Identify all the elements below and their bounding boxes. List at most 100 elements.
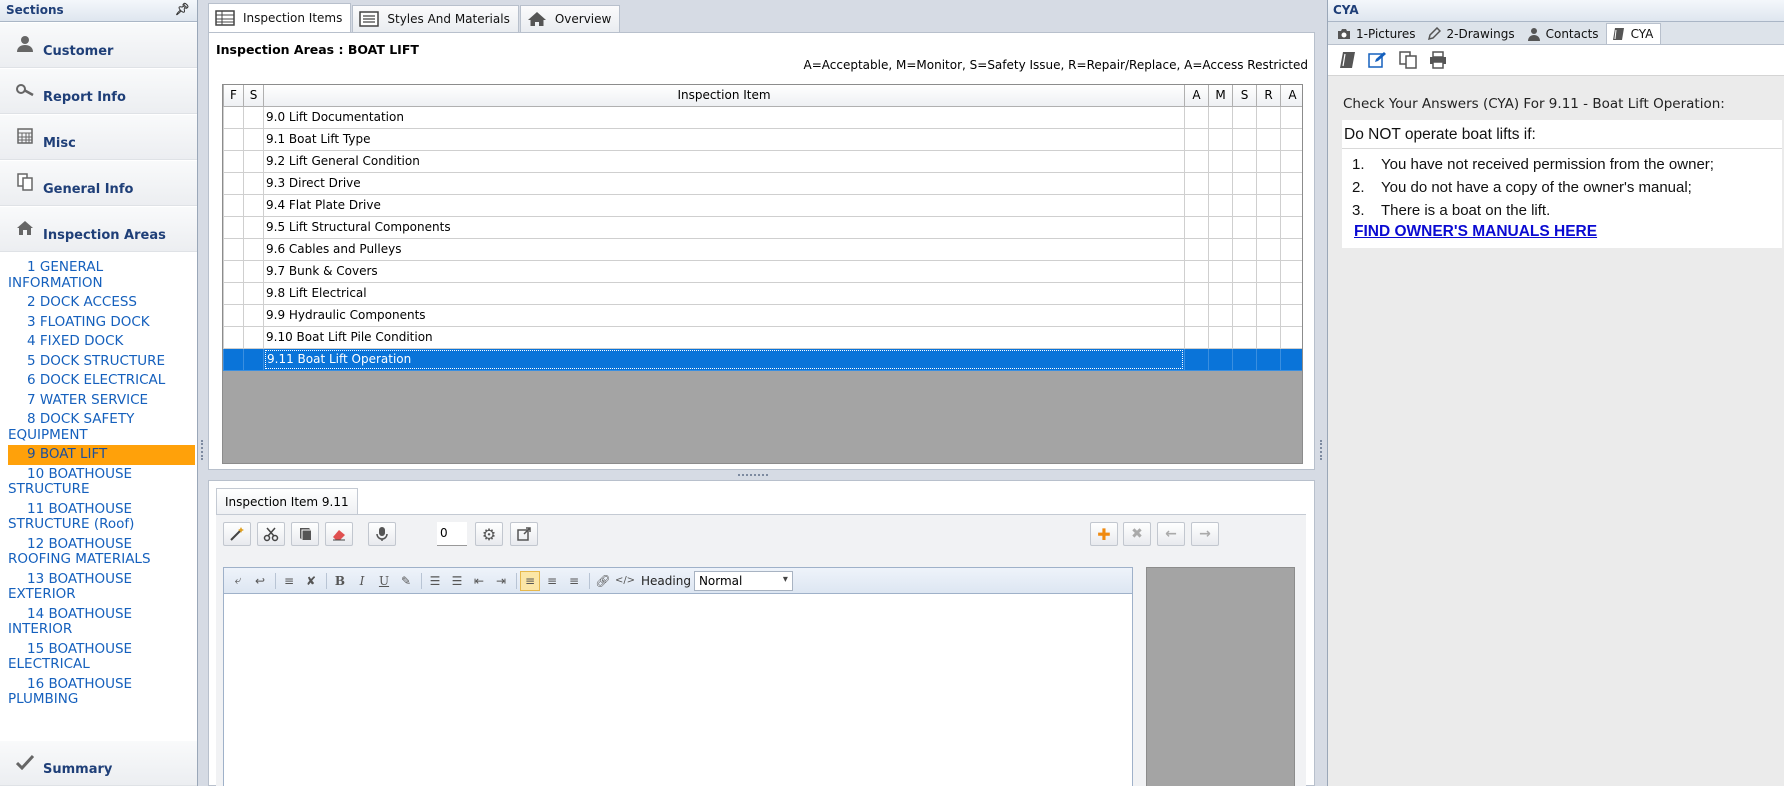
item-cell[interactable]: 9.0 Lift Documentation <box>263 105 1185 129</box>
table-row[interactable]: 9.8 Lift Electrical <box>223 281 1302 305</box>
access-cell[interactable] <box>1280 237 1302 261</box>
table-row[interactable]: 9.6 Cables and Pulleys <box>223 237 1302 261</box>
s-cell[interactable] <box>243 303 264 327</box>
line-break-icon[interactable]: ⤶ <box>228 571 248 591</box>
item-cell[interactable]: 9.5 Lift Structural Components <box>263 215 1185 239</box>
section-report-info[interactable]: Report Info <box>0 68 197 114</box>
col-header-s[interactable]: S <box>243 85 264 107</box>
access-cell[interactable] <box>1280 171 1302 195</box>
section-customer[interactable]: Customer <box>0 22 197 68</box>
item-cell[interactable]: 9.6 Cables and Pulleys <box>263 237 1185 261</box>
tab-cya[interactable]: CYA <box>1605 23 1662 44</box>
flag-cell[interactable] <box>223 281 244 305</box>
safety-cell[interactable] <box>1232 215 1257 239</box>
flag-cell[interactable] <box>223 127 244 151</box>
item-cell[interactable]: 9.8 Lift Electrical <box>263 281 1185 305</box>
section-summary[interactable]: Summary <box>0 740 197 786</box>
acceptable-cell[interactable] <box>1184 149 1209 173</box>
monitor-cell[interactable] <box>1208 281 1233 305</box>
s-cell[interactable] <box>243 127 264 151</box>
area-item[interactable]: 13 BOATHOUSE EXTERIOR <box>0 570 197 605</box>
repair-cell[interactable] <box>1256 259 1281 283</box>
flag-cell[interactable] <box>223 149 244 173</box>
eraser-button[interactable] <box>325 522 353 546</box>
s-cell[interactable] <box>243 105 264 129</box>
access-cell[interactable] <box>1280 303 1302 327</box>
s-cell[interactable] <box>243 149 264 173</box>
item-cell[interactable]: 9.10 Boat Lift Pile Condition <box>263 325 1185 349</box>
s-cell[interactable] <box>243 171 264 195</box>
previous-button[interactable]: ← <box>1157 522 1185 546</box>
repair-cell[interactable] <box>1256 325 1281 349</box>
monitor-cell[interactable] <box>1208 193 1233 217</box>
counter-field[interactable]: 0 <box>437 522 467 546</box>
col-header-access[interactable]: A <box>1280 85 1302 107</box>
tab-inspection-item[interactable]: Inspection Item 9.11 <box>216 488 358 514</box>
flag-cell[interactable] <box>223 347 244 371</box>
clear-format-icon[interactable]: ✘ <box>301 571 321 591</box>
justify-icon[interactable]: ≡ <box>279 571 299 591</box>
area-item[interactable]: 5 DOCK STRUCTURE <box>0 352 197 372</box>
monitor-cell[interactable] <box>1208 259 1233 283</box>
numbered-list-icon[interactable]: ☰ <box>425 571 445 591</box>
monitor-cell[interactable] <box>1208 303 1233 327</box>
area-item-active[interactable]: 9 BOAT LIFT <box>8 445 195 465</box>
area-item[interactable]: 14 BOATHOUSE INTERIOR <box>0 605 197 640</box>
tab-pictures[interactable]: 1-Pictures <box>1332 23 1422 44</box>
s-cell[interactable] <box>243 347 264 371</box>
add-button[interactable]: ✚ <box>1090 522 1118 546</box>
print-icon[interactable] <box>1427 50 1449 70</box>
area-item[interactable]: 11 BOATHOUSE STRUCTURE (Roof) <box>0 500 197 535</box>
microphone-button[interactable] <box>368 522 396 546</box>
acceptable-cell[interactable] <box>1184 193 1209 217</box>
acceptable-cell[interactable] <box>1184 281 1209 305</box>
italic-icon[interactable]: I <box>352 571 372 591</box>
acceptable-cell[interactable] <box>1184 105 1209 129</box>
monitor-cell[interactable] <box>1208 237 1233 261</box>
monitor-cell[interactable] <box>1208 149 1233 173</box>
indent-icon[interactable]: ⇥ <box>491 571 511 591</box>
item-cell[interactable]: 9.4 Flat Plate Drive <box>263 193 1185 217</box>
pin-icon[interactable]: 📌︎ <box>175 2 190 16</box>
section-inspection-areas[interactable]: Inspection Areas <box>0 206 197 252</box>
table-row[interactable]: 9.10 Boat Lift Pile Condition <box>223 325 1302 349</box>
tab-drawings[interactable]: 2-Drawings <box>1422 23 1521 44</box>
access-cell[interactable] <box>1280 325 1302 349</box>
acceptable-cell[interactable] <box>1184 259 1209 283</box>
item-cell[interactable]: 9.1 Boat Lift Type <box>263 127 1185 151</box>
right-splitter[interactable] <box>1317 0 1327 786</box>
safety-cell[interactable] <box>1232 347 1257 371</box>
repair-cell[interactable] <box>1256 347 1281 371</box>
undo-icon[interactable]: ↩ <box>250 571 270 591</box>
table-row[interactable]: 9.11 Boat Lift Operation <box>223 347 1302 371</box>
safety-cell[interactable] <box>1232 193 1257 217</box>
col-header-item[interactable]: Inspection Item <box>263 85 1185 107</box>
acceptable-cell[interactable] <box>1184 325 1209 349</box>
section-misc[interactable]: Misc <box>0 114 197 160</box>
repair-cell[interactable] <box>1256 215 1281 239</box>
monitor-cell[interactable] <box>1208 215 1233 239</box>
flag-cell[interactable] <box>223 237 244 261</box>
item-cell[interactable]: 9.3 Direct Drive <box>263 171 1185 195</box>
align-right-icon[interactable]: ≡ <box>564 571 584 591</box>
area-item[interactable]: 3 FLOATING DOCK <box>0 313 197 333</box>
col-header-repair[interactable]: R <box>1256 85 1281 107</box>
access-cell[interactable] <box>1280 149 1302 173</box>
safety-cell[interactable] <box>1232 171 1257 195</box>
safety-cell[interactable] <box>1232 237 1257 261</box>
s-cell[interactable] <box>243 325 264 349</box>
flag-cell[interactable] <box>223 325 244 349</box>
left-splitter[interactable] <box>198 0 208 786</box>
table-row[interactable]: 9.9 Hydraulic Components <box>223 303 1302 327</box>
underline-icon[interactable]: U <box>374 571 394 591</box>
acceptable-cell[interactable] <box>1184 237 1209 261</box>
repair-cell[interactable] <box>1256 193 1281 217</box>
monitor-cell[interactable] <box>1208 127 1233 151</box>
col-header-safety[interactable]: S <box>1232 85 1257 107</box>
acceptable-cell[interactable] <box>1184 347 1209 371</box>
table-row[interactable]: 9.3 Direct Drive <box>223 171 1302 195</box>
access-cell[interactable] <box>1280 215 1302 239</box>
s-cell[interactable] <box>243 193 264 217</box>
area-item[interactable]: 7 WATER SERVICE <box>0 391 197 411</box>
align-left-icon[interactable]: ≡ <box>520 570 540 591</box>
